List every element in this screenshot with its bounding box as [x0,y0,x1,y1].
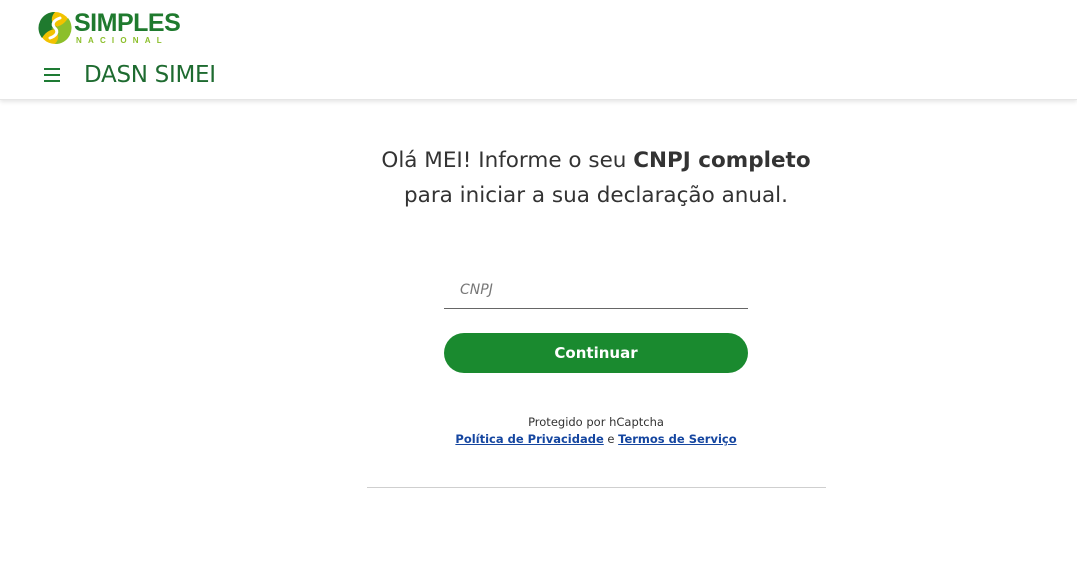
links-conjunction: e [603,432,619,446]
app-header: SIMPLES NACIONAL DASN SIMEI [0,0,1077,100]
terms-of-service-link[interactable]: Termos de Serviço [618,432,736,446]
logo-simples-text: SIMPLES [74,9,181,37]
captcha-notice: Protegido por hCaptcha Política de Priva… [396,414,796,448]
app-title: DASN SIMEI [84,62,216,88]
content-divider [367,487,826,488]
simples-logo-icon [38,11,72,45]
simples-nacional-logo[interactable]: SIMPLES NACIONAL [38,9,181,47]
cnpj-input[interactable] [444,272,748,308]
page-headline: Olá MEI! Informe o seu CNPJ completo par… [296,143,896,213]
headline-bold: CNPJ completo [633,148,811,173]
continue-button[interactable]: Continuar [444,333,748,373]
headline-intro: Olá MEI! Informe o seu [381,148,634,173]
captcha-links: Política de Privacidade e Termos de Serv… [396,431,796,448]
privacy-policy-link[interactable]: Política de Privacidade [455,432,603,446]
logo-wordmark: SIMPLES NACIONAL [74,9,181,45]
logo-nacional-text: NACIONAL [76,36,168,45]
hamburger-menu-icon[interactable] [44,68,60,82]
cnpj-field-wrapper [444,272,748,309]
captcha-protected-text: Protegido por hCaptcha [528,415,664,429]
headline-subtext: para iniciar a sua declaração anual. [404,183,788,208]
